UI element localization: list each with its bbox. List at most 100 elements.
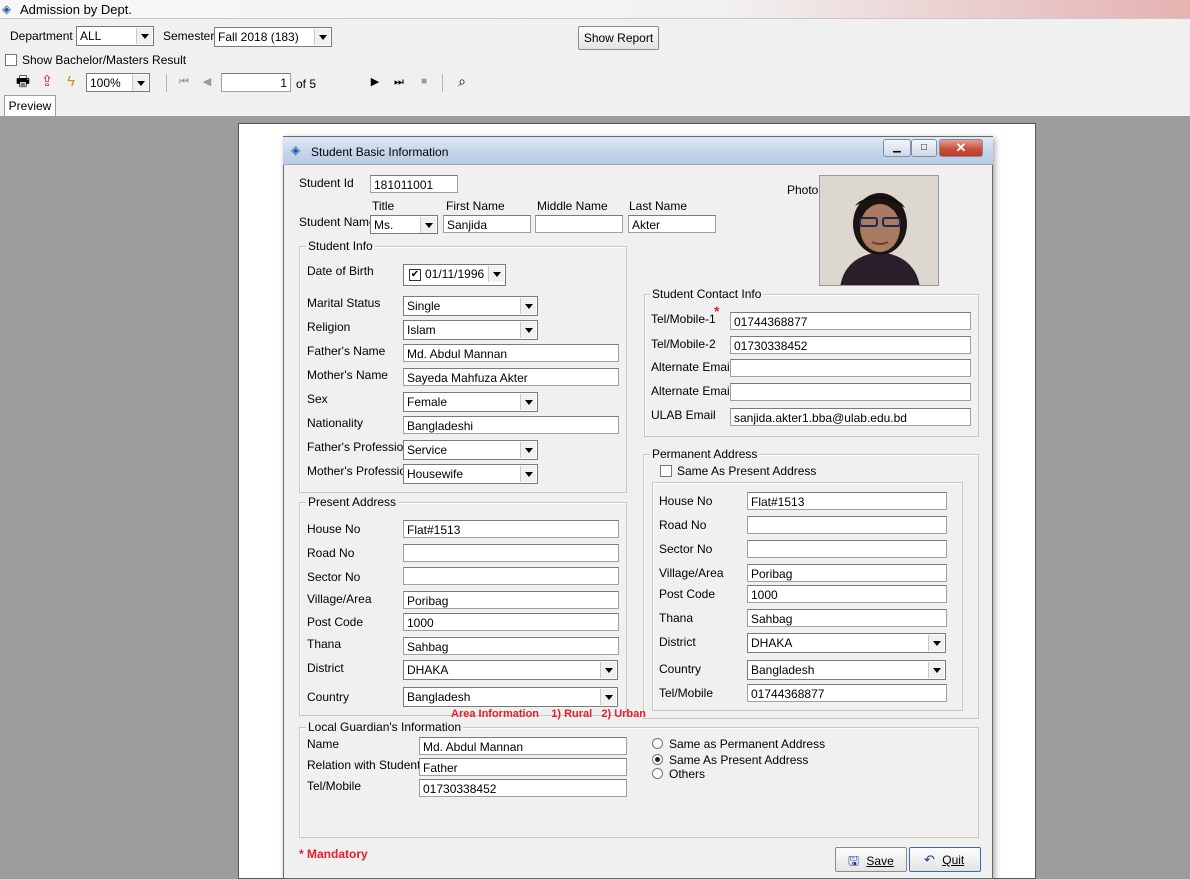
mother-profession-label: Mother's Profession [307, 464, 413, 478]
perm-village-field[interactable]: Poribag [747, 564, 947, 582]
present-house-field[interactable]: Flat#1513 [403, 520, 619, 538]
same-present-radio[interactable] [652, 754, 663, 765]
quit-button[interactable]: ↶ Quit [909, 847, 981, 872]
chevron-down-icon[interactable] [520, 298, 536, 314]
export-icon[interactable]: ⇪ [38, 73, 56, 91]
stop-icon[interactable]: ■ [415, 73, 433, 91]
others-radio[interactable] [652, 768, 663, 779]
relation-field[interactable]: Father [419, 758, 627, 776]
minimize-icon[interactable]: ▁ [883, 139, 911, 157]
middle-name-field[interactable] [535, 215, 623, 233]
present-country-select[interactable]: Bangladesh [403, 687, 618, 707]
dob-picker[interactable]: ✔ 01/11/1996 [403, 264, 506, 286]
present-post-label: Post Code [307, 615, 364, 629]
next-page-icon[interactable]: ▶ [366, 73, 384, 91]
perm-post-label: Post Code [659, 587, 716, 601]
show-report-button[interactable]: Show Report [578, 26, 659, 50]
tel1-field[interactable]: 01744368877 [730, 312, 971, 330]
chevron-down-icon[interactable] [520, 442, 536, 458]
chevron-down-icon[interactable] [928, 635, 944, 651]
first-page-icon[interactable]: ⏮ [175, 73, 193, 91]
present-sector-field[interactable] [403, 567, 619, 585]
sex-label: Sex [307, 392, 328, 406]
toolbar-divider [442, 74, 443, 92]
email2-field[interactable] [730, 383, 971, 401]
refresh-icon[interactable]: ϟ [62, 73, 80, 91]
first-name-field[interactable]: Sanjida [443, 215, 531, 233]
present-thana-field[interactable]: Sahbag [403, 637, 619, 655]
perm-thana-field[interactable]: Sahbag [747, 609, 947, 627]
present-village-field[interactable]: Poribag [403, 591, 619, 609]
last-name-field[interactable]: Akter [628, 215, 716, 233]
toolbar-divider [166, 74, 167, 92]
mother-name-field[interactable]: Sayeda Mahfuza Akter [403, 368, 619, 386]
same-as-present-checkbox[interactable] [660, 465, 672, 477]
student-photo [819, 175, 939, 286]
perm-tel-field[interactable]: 01744368877 [747, 684, 947, 702]
perm-sector-field[interactable] [747, 540, 947, 558]
chevron-down-icon[interactable] [520, 466, 536, 482]
tab-preview[interactable]: Preview [4, 95, 56, 116]
guardian-name-field[interactable]: Md. Abdul Mannan [419, 737, 627, 755]
others-label: Others [669, 767, 706, 781]
present-country-label: Country [307, 690, 350, 704]
perm-district-select[interactable]: DHAKA [747, 633, 946, 653]
present-address-group-title: Present Address [306, 495, 399, 509]
dob-checkbox[interactable]: ✔ [409, 269, 421, 281]
marital-status-label: Marital Status [307, 296, 381, 310]
chevron-down-icon[interactable] [136, 28, 152, 44]
chevron-down-icon[interactable] [600, 662, 616, 678]
nationality-field[interactable]: Bangladeshi [403, 416, 619, 434]
chevron-down-icon[interactable] [488, 266, 504, 282]
page-total: of 5 [296, 77, 317, 91]
father-profession-select[interactable]: Service [403, 440, 538, 460]
guardian-group [299, 727, 979, 838]
previous-page-icon[interactable]: ◀ [198, 73, 216, 91]
perm-village-label: Village/Area [659, 566, 724, 580]
maximize-icon[interactable]: □ [911, 139, 937, 157]
relation-label: Relation with Student [307, 758, 421, 772]
ulab-email-label: ULAB Email [651, 408, 716, 422]
perm-post-field[interactable]: 1000 [747, 585, 947, 603]
chevron-down-icon[interactable] [928, 662, 944, 678]
present-post-field[interactable]: 1000 [403, 613, 619, 631]
perm-road-field[interactable] [747, 516, 947, 534]
email1-field[interactable] [730, 359, 971, 377]
present-district-select[interactable]: DHAKA [403, 660, 618, 680]
close-icon[interactable]: ✕ [939, 139, 983, 157]
department-select[interactable]: ALL [76, 26, 154, 46]
tel2-field[interactable]: 01730338452 [730, 336, 971, 354]
perm-house-field[interactable]: Flat#1513 [747, 492, 947, 510]
save-button[interactable]: 🖫 Save [835, 847, 907, 872]
print-icon[interactable]: 🖶 [14, 73, 32, 91]
perm-country-select[interactable]: Bangladesh [747, 660, 946, 680]
photo-label: Photo [787, 183, 819, 197]
father-name-field[interactable]: Md. Abdul Mannan [403, 344, 619, 362]
chevron-down-icon[interactable] [520, 322, 536, 338]
chevron-down-icon[interactable] [420, 217, 436, 233]
semester-select[interactable]: Fall 2018 (183) [214, 27, 332, 47]
ulab-email-field[interactable]: sanjida.akter1.bba@ulab.edu.bd [730, 408, 971, 426]
sex-select[interactable]: Female [403, 392, 538, 412]
chevron-down-icon[interactable] [132, 75, 148, 91]
guardian-tel-field[interactable]: 01730338452 [419, 779, 627, 797]
marital-status-select[interactable]: Single [403, 296, 538, 316]
chevron-down-icon[interactable] [600, 689, 616, 705]
title-select[interactable]: Ms. [370, 215, 438, 234]
bachelor-masters-checkbox[interactable] [5, 54, 17, 66]
zoom-select[interactable]: 100% [86, 73, 150, 92]
present-sector-label: Sector No [307, 570, 361, 584]
chevron-down-icon[interactable] [314, 29, 330, 45]
page-number-input[interactable]: 1 [221, 73, 291, 92]
binoculars-icon[interactable]: ⌕ [453, 72, 471, 90]
religion-label: Religion [307, 320, 351, 334]
chevron-down-icon[interactable] [520, 394, 536, 410]
save-label: Save [866, 854, 894, 868]
mother-profession-select[interactable]: Housewife [403, 464, 538, 484]
same-permanent-radio[interactable] [652, 738, 663, 749]
window-title: Student Basic Information [311, 145, 449, 159]
present-road-field[interactable] [403, 544, 619, 562]
student-id-field[interactable]: 181011001 [370, 175, 458, 193]
last-page-icon[interactable]: ⏭ [390, 73, 408, 91]
religion-select[interactable]: Islam [403, 320, 538, 340]
